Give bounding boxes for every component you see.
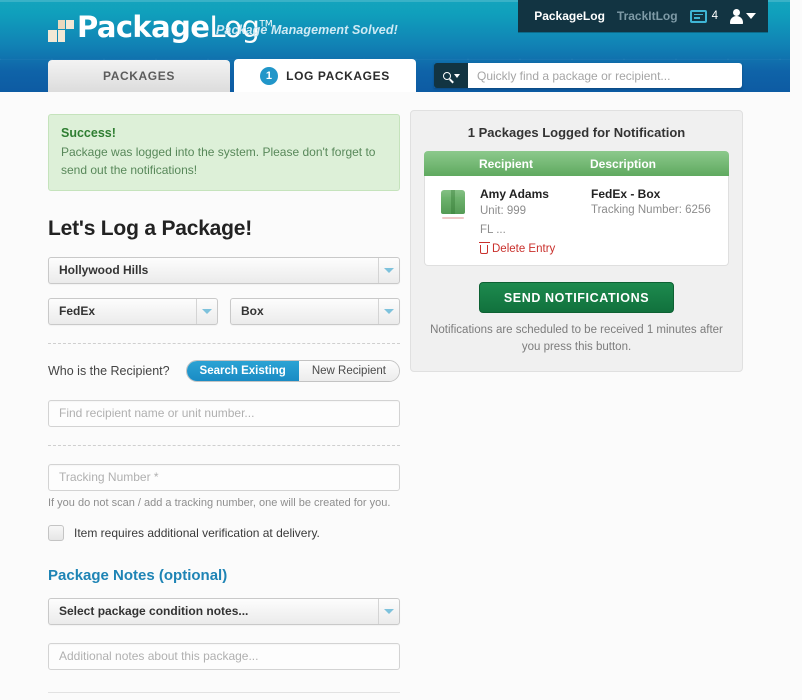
chevron-down-icon: [378, 257, 399, 283]
package-icon-cell: [425, 187, 480, 255]
delete-entry-label: Delete Entry: [492, 243, 556, 256]
table-body: Amy Adams Unit: 999 FL ... Delete Entry …: [424, 176, 729, 267]
toggle-search-existing[interactable]: Search Existing: [186, 360, 299, 381]
tab-log-packages-label: LOG PACKAGES: [286, 68, 390, 83]
description-title: FedEx - Box: [591, 187, 661, 201]
table-row: Amy Adams Unit: 999 FL ... Delete Entry …: [425, 176, 728, 265]
tab-packages-label: PACKAGES: [103, 69, 175, 83]
main-tabs: PACKAGES 1 LOG PACKAGES: [48, 59, 416, 92]
page-title: Let's Log a Package!: [48, 216, 253, 240]
logo-squares-icon: [48, 20, 74, 42]
divider: [48, 342, 400, 344]
package-type-select-value: Box: [241, 304, 264, 319]
send-notifications-button[interactable]: SEND NOTIFICATIONS: [478, 282, 675, 314]
user-menu-button[interactable]: [730, 9, 756, 24]
tab-log-packages-badge: 1: [260, 66, 279, 85]
chevron-down-icon: [196, 298, 217, 324]
log-package-form: Success! Package was logged into the sys…: [48, 114, 400, 700]
success-alert: Success! Package was logged into the sys…: [48, 114, 400, 191]
panel-title: 1 Packages Logged for Notification: [467, 125, 686, 140]
recipient-mode-row: Who is the Recipient? Search Existing Ne…: [48, 359, 400, 382]
messages-button[interactable]: 4: [689, 9, 718, 23]
divider: [48, 691, 400, 693]
search-icon: [442, 71, 451, 80]
recipient-question-label: Who is the Recipient?: [48, 363, 170, 378]
package-type-select[interactable]: Box: [230, 297, 400, 325]
recipient-name: Amy Adams: [480, 187, 549, 201]
tab-packages[interactable]: PACKAGES: [48, 60, 230, 92]
carrier-select-value: FedEx: [59, 304, 96, 319]
success-alert-title: Success!: [61, 126, 116, 140]
user-avatar-icon: [730, 9, 743, 24]
chevron-down-icon: [378, 298, 399, 324]
package-box-icon: [440, 190, 466, 220]
verification-checkbox[interactable]: [48, 524, 64, 541]
success-alert-message: Package was logged into the system. Plea…: [61, 145, 376, 177]
chevron-down-icon: [453, 73, 460, 78]
verification-label: Item requires additional verification at…: [74, 525, 320, 540]
recipient-mode-toggle: Search Existing New Recipient: [185, 359, 400, 382]
logged-packages-panel: 1 Packages Logged for Notification Recip…: [410, 110, 743, 373]
search-input[interactable]: [468, 63, 742, 88]
global-search: [434, 63, 742, 88]
additional-notes-input[interactable]: [48, 642, 400, 670]
property-select-value: Hollywood Hills: [59, 263, 149, 278]
divider: [48, 444, 400, 446]
message-count-badge: 4: [711, 10, 718, 22]
carrier-select[interactable]: FedEx: [48, 297, 218, 325]
toggle-new-recipient[interactable]: New Recipient: [298, 360, 399, 381]
package-notes-heading: Package Notes (optional): [48, 566, 228, 584]
logo-text-bold: Package: [77, 10, 210, 44]
description-cell: FedEx - Box Tracking Number: 6256: [591, 187, 728, 255]
recipient-unit: Unit: 999: [480, 205, 527, 217]
chevron-down-icon: [378, 598, 399, 624]
tracking-number-hint: If you do not scan / add a tracking numb…: [48, 496, 391, 509]
recipient-location: FL ...: [480, 223, 506, 236]
notification-schedule-note: Notifications are scheduled to be receiv…: [430, 324, 723, 353]
trash-icon: [479, 241, 490, 254]
tab-log-packages[interactable]: 1 LOG PACKAGES: [234, 59, 416, 92]
description-tracking: Tracking Number: 6256: [591, 204, 711, 216]
panel-card: 1 Packages Logged for Notification Recip…: [410, 110, 743, 373]
app-header: PackageLogTM Package Management Solved! …: [0, 0, 790, 92]
tracking-number-input[interactable]: [48, 463, 400, 491]
brand-tagline: Package Management Solved!: [216, 23, 398, 37]
chevron-down-icon: [746, 13, 756, 19]
verification-checkbox-row: Item requires additional verification at…: [48, 524, 400, 541]
recipient-cell: Amy Adams Unit: 999 FL ... Delete Entry: [479, 187, 591, 256]
condition-notes-value: Select package condition notes...: [59, 604, 249, 619]
column-header-recipient: Recipient: [479, 156, 534, 171]
property-select[interactable]: Hollywood Hills: [48, 256, 400, 284]
carrier-type-row: FedEx Box: [48, 297, 400, 325]
top-utility-bar: PackageLog TrackItLog 4: [518, 0, 768, 32]
nav-link-packagelog[interactable]: PackageLog: [534, 9, 605, 23]
condition-notes-select[interactable]: Select package condition notes...: [48, 597, 400, 625]
search-scope-button[interactable]: [434, 63, 468, 88]
delete-entry-button[interactable]: Delete Entry: [479, 241, 591, 256]
nav-link-trackitlog[interactable]: TrackItLog: [617, 9, 678, 23]
column-header-description: Description: [590, 156, 657, 171]
recipient-search-input[interactable]: [48, 399, 400, 427]
table-header-row: Recipient Description: [424, 151, 729, 176]
message-bubble-icon: [689, 9, 707, 23]
